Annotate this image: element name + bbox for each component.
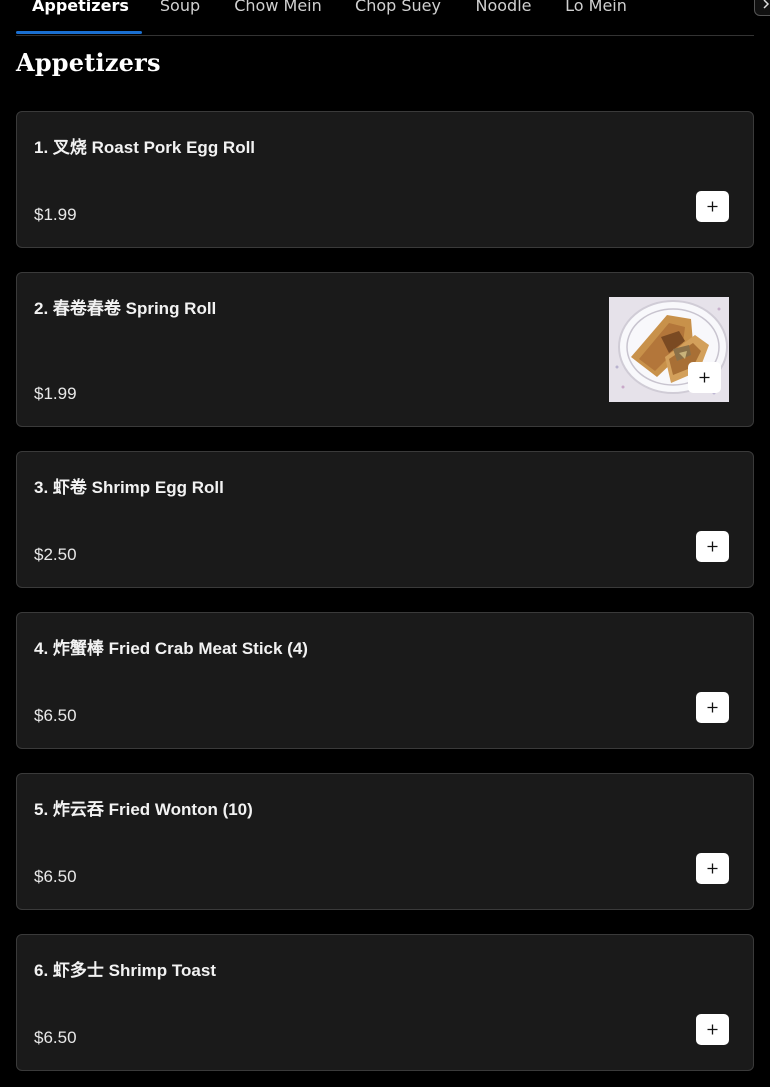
menu-item-card[interactable]: 1. 叉烧 Roast Pork Egg Roll $1.99 xyxy=(16,111,754,248)
tab-chop-suey[interactable]: Chop Suey xyxy=(354,0,442,24)
add-item-button[interactable] xyxy=(688,362,721,393)
item-price: $6.50 xyxy=(34,706,77,725)
plus-icon xyxy=(707,863,718,874)
item-price: $2.50 xyxy=(34,545,77,564)
menu-item-card[interactable]: 4. 炸蟹棒 Fried Crab Meat Stick (4) $6.50 xyxy=(16,612,754,749)
plus-icon xyxy=(707,1024,718,1035)
add-item-button[interactable] xyxy=(696,1014,729,1045)
item-name: 3. 虾卷 Shrimp Egg Roll xyxy=(34,478,224,497)
menu-item-card[interactable]: 6. 虾多士 Shrimp Toast $6.50 xyxy=(16,934,754,1071)
plus-icon xyxy=(707,201,718,212)
menu-item-card[interactable]: 3. 虾卷 Shrimp Egg Roll $2.50 xyxy=(16,451,754,588)
item-name: 1. 叉烧 Roast Pork Egg Roll xyxy=(34,138,256,157)
add-item-button[interactable] xyxy=(696,692,729,723)
item-name: 2. 春卷春卷 Spring Roll xyxy=(34,299,217,318)
item-price: $6.50 xyxy=(34,867,77,886)
add-item-button[interactable] xyxy=(696,853,729,884)
plus-icon xyxy=(707,541,718,552)
item-name: 4. 炸蟹棒 Fried Crab Meat Stick (4) xyxy=(34,639,308,658)
section-title: Appetizers xyxy=(16,48,161,77)
item-name: 5. 炸云吞 Fried Wonton (10) xyxy=(34,800,253,819)
add-item-button[interactable] xyxy=(696,191,729,222)
plus-icon xyxy=(699,372,710,383)
item-price: $1.99 xyxy=(34,205,77,224)
tab-soup[interactable]: Soup xyxy=(158,0,202,24)
item-name: 6. 虾多士 Shrimp Toast xyxy=(34,961,216,980)
menu-page: Appetizers Soup Chow Mein Chop Suey Nood… xyxy=(0,0,770,1087)
tab-chow-mein[interactable]: Chow Mein xyxy=(233,0,323,24)
item-price: $6.50 xyxy=(34,1028,77,1047)
tab-lo-mein[interactable]: Lo Mein xyxy=(565,0,627,24)
tab-noodle[interactable]: Noodle xyxy=(474,0,533,24)
active-tab-indicator xyxy=(16,31,142,34)
menu-item-card[interactable]: 2. 春卷春卷 Spring Roll $1.99 xyxy=(16,272,754,427)
item-price: $1.99 xyxy=(34,384,77,403)
tab-appetizers[interactable]: Appetizers xyxy=(32,0,129,24)
plus-icon xyxy=(707,702,718,713)
tabs-scroll-right-button[interactable] xyxy=(754,0,770,16)
menu-item-card[interactable]: 5. 炸云吞 Fried Wonton (10) $6.50 xyxy=(16,773,754,910)
chevron-right-icon xyxy=(763,0,770,9)
category-tabs: Appetizers Soup Chow Mein Chop Suey Nood… xyxy=(16,0,770,36)
add-item-button[interactable] xyxy=(696,531,729,562)
